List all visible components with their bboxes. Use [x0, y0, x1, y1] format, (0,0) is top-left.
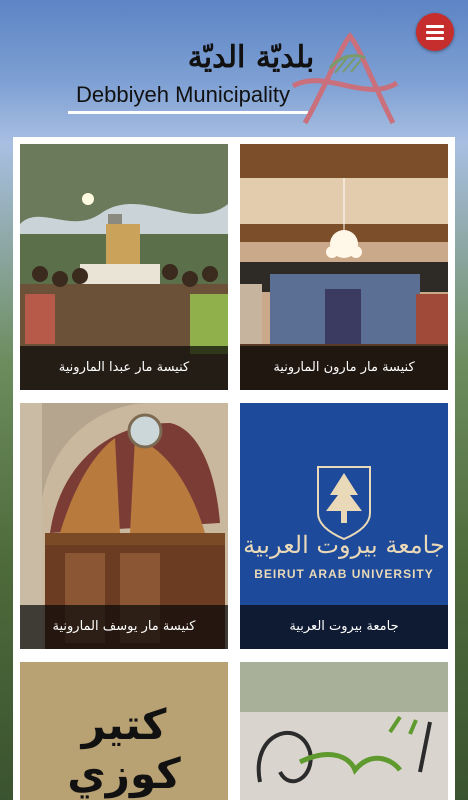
logo-english-text: Debbiyeh Municipality [76, 82, 290, 107]
tile-mar-youssef-church[interactable]: كنيسة مار يوسف المارونية [20, 403, 228, 649]
tile-mar-abda-church[interactable]: كنيسة مار عبدا المارونية [20, 144, 228, 390]
university-logo-arabic: جامعة بيروت العربية [243, 531, 445, 559]
tile-mar-maroun-church[interactable]: كنيسة مار مارون المارونية [240, 144, 448, 390]
tile-ktir-cozy[interactable]: كتير كوزي [20, 662, 228, 800]
ribbon-emblem-icon [291, 32, 399, 125]
menu-button[interactable] [416, 13, 454, 51]
tile-caption: كنيسة مار عبدا المارونية [20, 346, 228, 390]
app-header: بلديّة الديّة Debbiyeh Municipality [0, 0, 468, 138]
municipality-logo: بلديّة الديّة Debbiyeh Municipality [60, 28, 400, 128]
calligraphy-logo-image [240, 662, 448, 800]
menu-bar [426, 25, 444, 28]
ktir-cozy-sign-image: كتير كوزي [20, 662, 228, 800]
sign-text: كتير كوزي [67, 700, 181, 798]
places-grid: كنيسة مار عبدا المارونية كنيسة مار مارون… [13, 137, 455, 800]
tile-caption: كنيسة مار يوسف المارونية [20, 605, 228, 649]
menu-bar [426, 31, 444, 34]
tile-caption: جامعة بيروت العربية [240, 605, 448, 649]
menu-bar [426, 37, 444, 40]
university-logo-english: BEIRUT ARAB UNIVERSITY [254, 567, 434, 581]
tile-calligraphy-logo[interactable] [240, 662, 448, 800]
tile-beirut-arab-university[interactable]: جامعة بيروت العربية BEIRUT ARAB UNIVERSI… [240, 403, 448, 649]
tile-caption: كنيسة مار مارون المارونية [240, 346, 448, 390]
logo-underline [68, 111, 308, 114]
